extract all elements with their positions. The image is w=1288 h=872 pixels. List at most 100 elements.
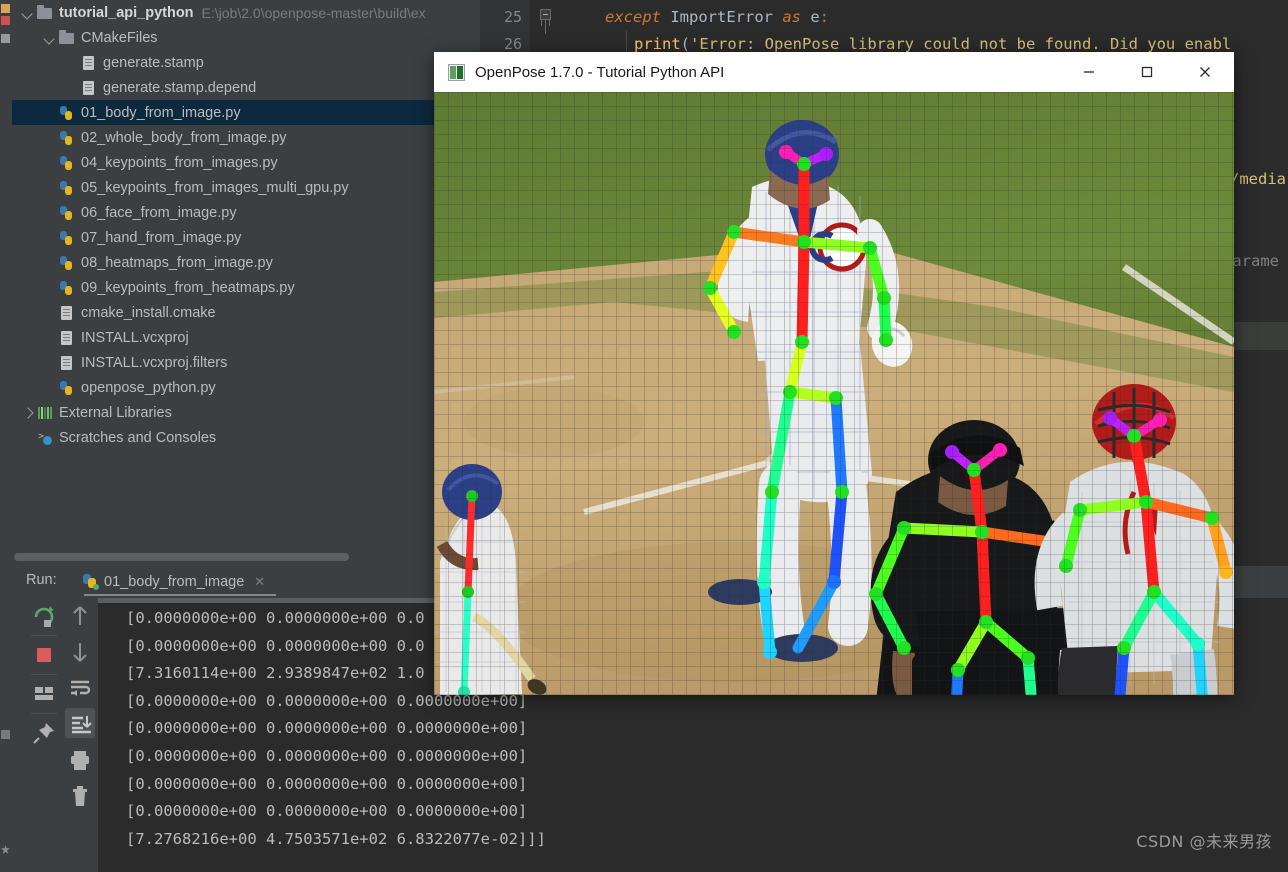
scratches-icon: >_ [36,429,54,447]
tree-row[interactable]: 01_body_from_image.py [12,100,440,125]
openpose-image-canvas [434,92,1234,695]
tree-row-path: E:\job\2.0\openpose-master\build\ex [201,4,426,21]
openpose-app-icon [448,63,465,81]
line-number: 25 [503,8,522,26]
openpose-window[interactable]: OpenPose 1.7.0 - Tutorial Python API [434,52,1234,695]
tree-row[interactable]: 07_hand_from_image.py [12,225,440,250]
python-file-icon [58,129,76,147]
python-file-icon [58,229,76,247]
python-file-icon [58,279,76,297]
close-icon[interactable]: ✕ [254,574,265,590]
tree-row[interactable]: generate.stamp [12,50,440,75]
tree-row[interactable]: cmake_install.cmake [12,300,440,325]
scroll-to-end-button[interactable] [62,706,98,742]
tree-row[interactable]: 04_keypoints_from_images.py [12,150,440,175]
tree-row-label: 09_keypoints_from_heatmaps.py [81,279,295,296]
code-line-25: 25 except ImportError as e: [480,4,1288,31]
python-file-icon [58,179,76,197]
tree-row[interactable]: 09_keypoints_from_heatmaps.py [12,275,440,300]
python-file-icon [58,254,76,272]
tree-row-label: 01_body_from_image.py [81,104,241,121]
tree-row-label: 07_hand_from_image.py [81,229,242,246]
down-arrow-button[interactable] [62,634,98,670]
tree-row[interactable]: 05_keypoints_from_images_multi_gpu.py [12,175,440,200]
run-tab[interactable]: 01_body_from_image ✕ [82,569,265,594]
python-file-icon [58,379,76,397]
file-icon [58,354,76,372]
tree-row[interactable]: INSTALL.vcxproj.filters [12,350,440,375]
chevron-down-icon[interactable] [20,5,36,21]
tree-row-label: generate.stamp [103,54,204,71]
run-panel-label: Run: [26,572,57,588]
tree-row[interactable]: External Libraries [12,400,440,425]
tree-row[interactable]: tutorial_api_python E:\job\2.0\openpose-m… [12,0,440,25]
folder-icon [36,4,54,22]
python-file-icon [58,204,76,222]
run-toolbar-secondary [62,598,98,838]
code-fold-icon[interactable] [540,9,551,20]
tree-row[interactable]: 02_whole_body_from_image.py [12,125,440,150]
up-arrow-button[interactable] [62,598,98,634]
maximize-button[interactable] [1118,52,1176,92]
tree-row-label: External Libraries [59,404,172,421]
chevron-down-icon[interactable] [42,30,58,46]
project-tree-horizontal-scrollbar[interactable] [14,553,349,561]
stop-button[interactable] [26,637,62,673]
tree-row[interactable]: INSTALL.vcxproj [12,325,440,350]
tree-row-label: CMakeFiles [81,29,158,46]
layout-button[interactable] [26,676,62,712]
star-icon [1,845,10,854]
openpose-skeleton-image [434,92,1234,695]
console-line: [0.0000000e+00 0.0000000e+00 0.0 [126,636,425,655]
tree-row-label: INSTALL.vcxproj [81,329,189,346]
close-button[interactable] [1176,52,1234,92]
run-toolbar-primary [26,598,62,838]
external-libraries-icon [36,404,54,422]
rail-marker-a [1,4,10,13]
code-text-line-25: except ImportError as e: [605,8,829,26]
openpose-titlebar[interactable]: OpenPose 1.7.0 - Tutorial Python API [434,52,1234,92]
tree-row-label: 05_keypoints_from_images_multi_gpu.py [81,179,349,196]
tree-row-label: 06_face_from_image.py [81,204,237,221]
soft-wrap-button[interactable] [62,670,98,706]
chevron-right-icon[interactable] [20,405,36,421]
screen-root: 25 except ImportError as e: 26 print('Er… [0,0,1288,872]
minimize-button[interactable] [1060,52,1118,92]
tree-row[interactable]: CMakeFiles [12,25,440,50]
tree-row[interactable]: generate.stamp.depend [12,75,440,100]
tree-row[interactable]: 06_face_from_image.py [12,200,440,225]
tree-row[interactable]: 08_heatmaps_from_image.py [12,250,440,275]
python-run-icon [82,573,100,591]
watermark: CSDN @未来男孩 [1136,832,1272,851]
tree-row-label: Scratches and Consoles [59,429,217,446]
python-file-icon [58,104,76,122]
run-tab-underline [84,594,276,596]
rerun-button[interactable] [26,598,62,634]
tree-row[interactable]: >_ Scratches and Consoles [12,425,440,450]
console-line: [0.0000000e+00 0.0000000e+00 0.0000000e+… [126,747,528,765]
tree-row-label: 08_heatmaps_from_image.py [81,254,273,271]
file-icon [80,79,98,97]
print-button[interactable] [62,742,98,778]
console-line: [0.0000000e+00 0.0000000e+00 0.0 [126,609,425,627]
tree-row-label: 04_keypoints_from_images.py [81,154,278,171]
console-line: [7.3160114e+00 2.9389847e+02 1.0 [126,664,425,683]
rail-marker-b [1,16,10,25]
project-tool-window[interactable]: tutorial_api_python E:\job\2.0\openpose-m… [12,0,440,552]
pin-button[interactable] [26,715,62,751]
tree-row-label: INSTALL.vcxproj.filters [81,354,228,371]
tree-row[interactable]: openpose_python.py [12,375,440,400]
trash-button[interactable] [62,778,98,814]
tree-row-label: cmake_install.cmake [81,304,216,321]
code-fragment-media: /media [1230,170,1286,188]
